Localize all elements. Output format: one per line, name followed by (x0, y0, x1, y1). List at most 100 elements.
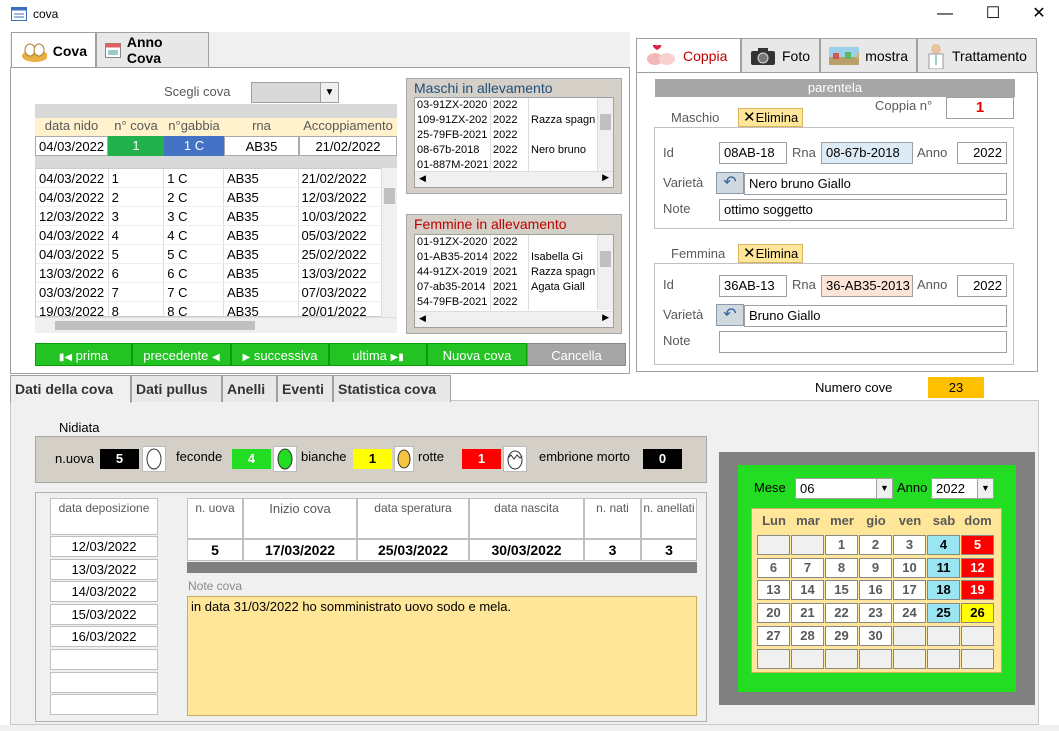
tab-trattamento[interactable]: Trattamento (917, 38, 1037, 73)
cova-list-hscroll[interactable] (35, 317, 397, 333)
cancel-button[interactable]: Cancella (527, 343, 626, 366)
elimina-femmina-button[interactable]: ✕Elimina (738, 244, 804, 263)
list-item[interactable]: 07-ab35-2014 2021 Agata Giall (415, 280, 613, 295)
calendar-day[interactable]: 27 (757, 625, 790, 646)
mese-select[interactable]: 06 ▼ (795, 478, 893, 499)
val-nati[interactable]: 3 (584, 539, 641, 561)
coppia-n-field[interactable]: 1 (946, 97, 1014, 119)
calendar-day[interactable]: 11 (927, 557, 960, 578)
chevron-down-icon[interactable]: ▼ (876, 479, 892, 498)
calendar-day[interactable]: 13 (757, 580, 790, 601)
femmina-id-field[interactable]: 36AB-13 (719, 275, 787, 297)
close-button[interactable]: ✕ (1024, 4, 1054, 24)
deposizione-date[interactable]: 14/03/2022 (50, 581, 158, 603)
undo-icon[interactable]: ↶ (716, 304, 744, 326)
table-row[interactable]: 12/03/2022 3 3 C AB35 10/03/2022 (36, 207, 396, 226)
list-item[interactable]: 109-91ZX-202 2022 Razza spagn (415, 113, 613, 128)
calendar-day[interactable]: 3 (893, 535, 926, 555)
val-n-uova[interactable]: 5 (187, 539, 243, 561)
tab-eventi[interactable]: Eventi (277, 375, 333, 402)
list-item[interactable]: 03-91ZX-2020 2022 (415, 98, 613, 113)
val-anellati[interactable]: 3 (641, 539, 697, 561)
anno-select[interactable]: 2022 ▼ (931, 478, 994, 499)
tab-mostra[interactable]: mostra (820, 38, 917, 73)
scegli-cova-select[interactable]: ▼ (251, 82, 339, 103)
table-row[interactable]: 19/03/2022 8 8 C AB35 20/01/2022 (36, 302, 396, 316)
uova-field[interactable]: 5 (100, 449, 139, 469)
calendar-day[interactable]: 23 (859, 603, 892, 624)
calendar-day[interactable]: 4 (927, 535, 960, 555)
calendar-day[interactable]: 26 (961, 603, 994, 624)
elimina-maschio-button[interactable]: ✕Elimina (738, 108, 804, 127)
maschi-list[interactable]: 03-91ZX-2020 2022 109-91ZX-202 2022 Razza sp… (414, 97, 614, 188)
note-cova-field[interactable]: in data 31/03/2022 ho somministrato uovo… (187, 596, 697, 716)
grid-current-row[interactable]: 04/03/2022 1 1 C AB35 21/02/2022 (35, 136, 397, 156)
table-row[interactable]: 03/03/2022 7 7 C AB35 07/03/2022 (36, 283, 396, 302)
new-cova-button[interactable]: Nuova cova (427, 343, 527, 366)
cova-list[interactable]: 04/03/2022 1 1 C AB35 21/02/2022 04/03/2022 2 2… (35, 168, 397, 317)
chevron-down-icon[interactable]: ▼ (977, 479, 993, 498)
calendar-day[interactable]: 19 (961, 580, 994, 601)
list-item[interactable]: 54-79FB-2021 2022 (415, 295, 613, 310)
table-row[interactable]: 04/03/2022 2 2 C AB35 12/03/2022 (36, 188, 396, 207)
table-row[interactable]: 04/03/2022 5 5 C AB35 25/02/2022 (36, 245, 396, 264)
cova-list-vscroll[interactable] (381, 168, 397, 317)
list-item[interactable]: 01-AB35-2014 2022 Isabella Gi (415, 250, 613, 265)
tab-dati-cova[interactable]: Dati della cova (10, 375, 131, 403)
list-item[interactable]: 44-91ZX-2019 2021 Razza spagn (415, 265, 613, 280)
femmina-varieta-field[interactable]: Bruno Giallo (744, 305, 1007, 327)
rotte-field[interactable]: 1 (462, 449, 501, 469)
next-button[interactable]: ▶ successiva (231, 343, 329, 366)
list-item[interactable]: 01-91ZX-2020 2022 (415, 235, 613, 250)
maximize-button[interactable]: ☐ (978, 4, 1008, 24)
calendar-day[interactable]: 9 (859, 557, 892, 578)
calendar-day[interactable]: 7 (791, 557, 824, 578)
femmina-anno-field[interactable]: 2022 (957, 275, 1007, 297)
minimize-button[interactable]: — (930, 4, 960, 24)
calendar-day[interactable]: 6 (757, 557, 790, 578)
deposizione-date[interactable] (50, 649, 158, 670)
calendar-day[interactable]: 29 (825, 625, 858, 646)
calendar-day[interactable]: 25 (927, 603, 960, 624)
list-hscroll[interactable]: ◀ ▶ (415, 171, 613, 187)
femmine-list[interactable]: 01-91ZX-2020 2022 01-AB35-2014 2022 Isabella… (414, 234, 614, 328)
calendar-day[interactable]: 2 (859, 535, 892, 555)
tab-anelli[interactable]: Anelli (222, 375, 277, 402)
tab-dati-pullus[interactable]: Dati pullus (131, 375, 222, 402)
maschio-varieta-field[interactable]: Nero bruno Giallo (744, 173, 1007, 195)
val-speratura[interactable]: 25/03/2022 (357, 539, 469, 561)
tab-cova[interactable]: Cova (11, 32, 96, 68)
calendar-day[interactable]: 22 (825, 603, 858, 624)
chevron-down-icon[interactable]: ▼ (320, 83, 338, 102)
deposizione-date[interactable]: 15/03/2022 (50, 603, 158, 625)
maschio-anno-field[interactable]: 2022 (957, 142, 1007, 164)
undo-icon[interactable]: ↶ (716, 172, 744, 194)
val-inizio-cova[interactable]: 17/03/2022 (243, 539, 357, 561)
maschio-note-field[interactable]: ottimo soggetto (719, 199, 1007, 221)
deposizione-date[interactable]: 12/03/2022 (50, 536, 158, 557)
list-hscroll[interactable]: ◀ ▶ (415, 311, 613, 327)
val-nascita[interactable]: 30/03/2022 (469, 539, 584, 561)
morto-field[interactable]: 0 (643, 449, 682, 469)
list-vscroll[interactable] (597, 98, 613, 173)
tab-anno-cova[interactable]: Anno Cova (96, 32, 209, 67)
deposizione-date[interactable] (50, 694, 158, 716)
list-item[interactable]: 08-67b-2018 2022 Nero bruno (415, 143, 613, 158)
deposizione-date[interactable] (50, 671, 158, 693)
maschio-id-field[interactable]: 08AB-18 (719, 142, 787, 164)
calendar-day[interactable]: 21 (791, 603, 824, 624)
tab-statistica-cova[interactable]: Statistica cova (333, 375, 451, 402)
last-button[interactable]: ultima ▶▮ (329, 343, 427, 366)
calendar-day[interactable]: 15 (825, 580, 858, 601)
calendar-day[interactable]: 14 (791, 580, 824, 601)
calendar-day[interactable]: 20 (757, 603, 790, 624)
list-vscroll[interactable] (597, 235, 613, 310)
maschio-rna-field[interactable]: 08-67b-2018 (821, 142, 913, 164)
prev-button[interactable]: precedente ◀ (132, 343, 231, 366)
table-row[interactable]: 04/03/2022 1 1 C AB35 21/02/2022 (36, 169, 396, 188)
feconde-field[interactable]: 4 (232, 449, 271, 469)
calendar-day[interactable]: 18 (927, 580, 960, 601)
calendar-day[interactable]: 30 (859, 625, 892, 646)
calendar-day[interactable]: 1 (825, 535, 858, 555)
table-row[interactable]: 04/03/2022 4 4 C AB35 05/03/2022 (36, 226, 396, 245)
